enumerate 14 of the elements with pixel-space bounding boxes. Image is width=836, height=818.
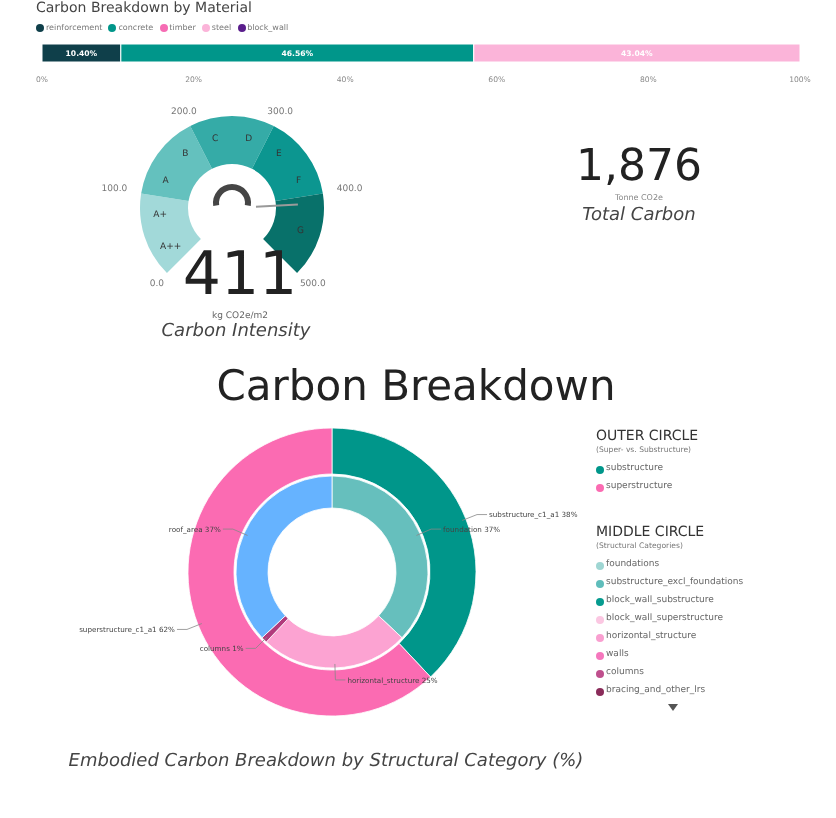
gauge-value: 411: [182, 240, 298, 310]
gauge-knob: [213, 184, 251, 206]
section-heading: Carbon Breakdown: [214, 360, 618, 412]
total-title: Total Carbon: [582, 206, 696, 226]
leader-line: [461, 514, 488, 521]
leader-line: [245, 636, 268, 649]
leader-line: [334, 663, 346, 681]
leader-line: [222, 528, 248, 536]
leader-line: [416, 528, 442, 536]
total-value: 1,876: [576, 144, 702, 192]
leader-line: [176, 623, 203, 630]
gauge-title: Carbon Intensity: [161, 322, 311, 342]
scroll-down-icon[interactable]: [668, 704, 678, 712]
chart-caption: Embodied Carbon Breakdown by Structural Category (%): [68, 752, 584, 772]
